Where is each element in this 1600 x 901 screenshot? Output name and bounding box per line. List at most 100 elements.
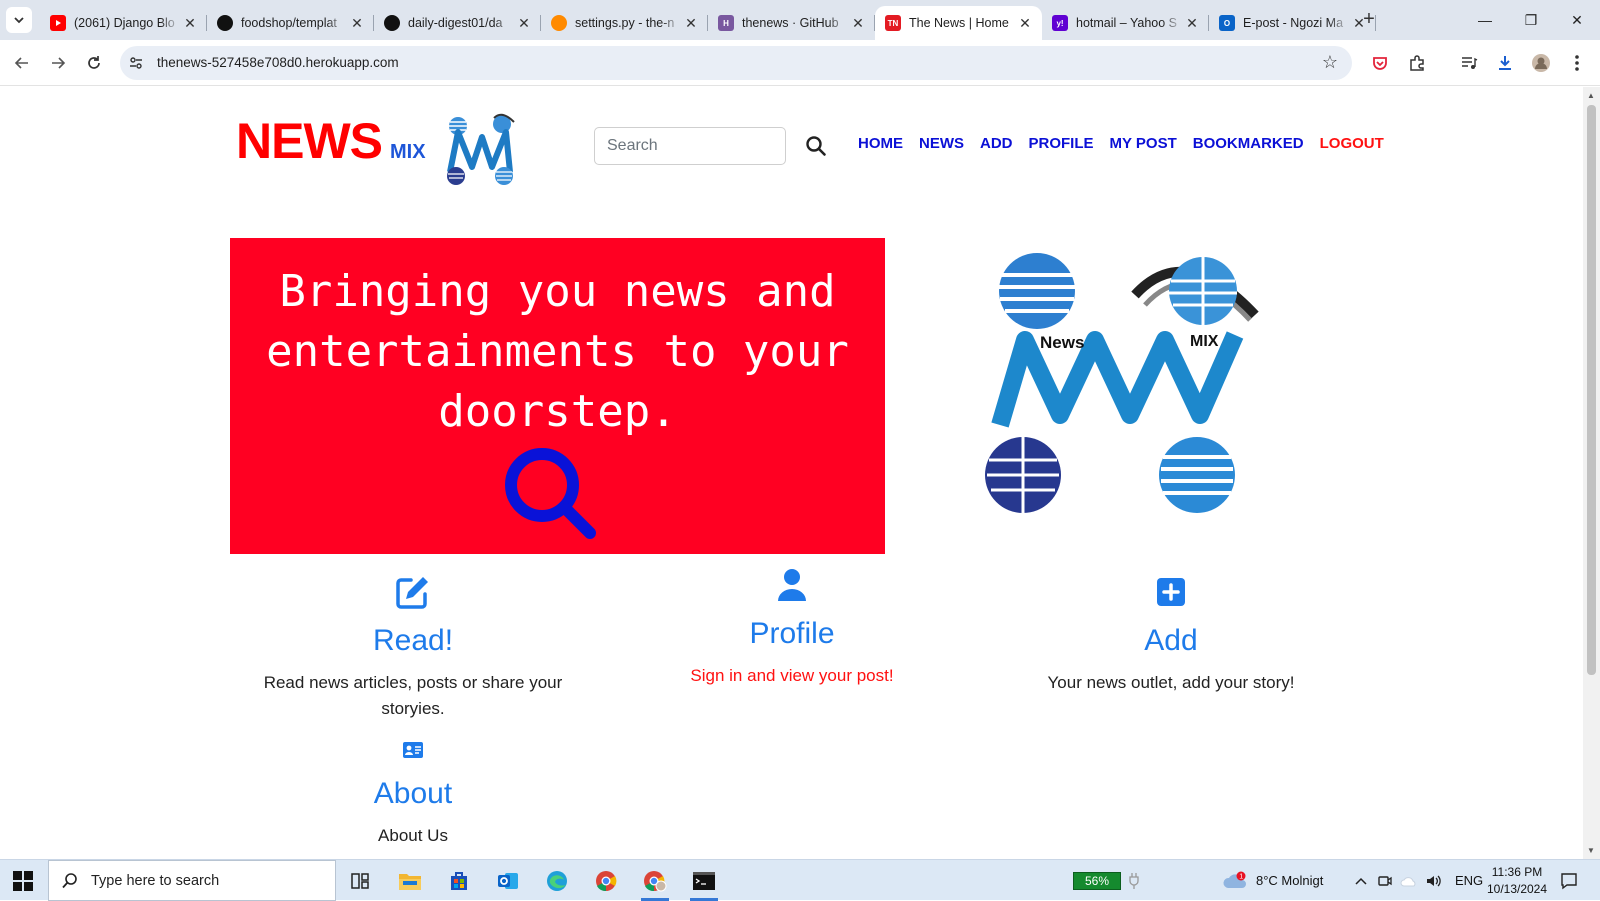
taskbar-chrome-profile[interactable] <box>637 865 673 901</box>
taskbar-outlook[interactable] <box>490 865 526 897</box>
windows-taskbar: Type here to search 56% 1 8°C Molnigt EN… <box>0 859 1600 901</box>
nav-add[interactable]: ADD <box>980 135 1013 152</box>
volume-button[interactable] <box>1425 860 1443 901</box>
nav-home[interactable]: HOME <box>858 135 903 152</box>
youtube-icon <box>50 15 66 31</box>
terminal-icon <box>693 872 715 890</box>
battery-indicator[interactable]: 56% <box>1073 872 1121 890</box>
user-icon[interactable] <box>772 565 812 605</box>
card-about-text[interactable]: About Us <box>243 823 583 849</box>
close-icon[interactable]: ✕ <box>181 15 199 32</box>
close-icon[interactable]: ✕ <box>682 15 700 32</box>
taskbar-file-explorer[interactable] <box>392 865 428 897</box>
site-brand[interactable]: NEWS MIX <box>236 112 426 170</box>
tab-yahoo-hotmail[interactable]: y! hotmail – Yahoo S ✕ <box>1042 6 1209 40</box>
scrollbar-thumb[interactable] <box>1587 105 1596 675</box>
new-tab-button[interactable]: + <box>1357 8 1381 32</box>
windows-start-icon[interactable] <box>12 870 34 892</box>
taskbar-clock[interactable]: 11:36 PM 10/13/2024 <box>1484 864 1550 898</box>
tab-outlook[interactable]: O E-post - Ngozi Ma ✕ <box>1209 6 1376 40</box>
taskbar-chrome[interactable] <box>588 865 624 897</box>
show-hidden-icons[interactable] <box>1354 860 1368 901</box>
close-icon[interactable]: ✕ <box>1016 15 1034 32</box>
nav-news[interactable]: NEWS <box>919 135 964 152</box>
store-icon <box>451 872 467 890</box>
weather-widget[interactable]: 1 8°C Molnigt <box>1222 860 1323 901</box>
logo-news-label: News <box>1040 333 1084 352</box>
plus-square-icon[interactable] <box>1151 572 1191 612</box>
card-profile-title[interactable]: Profile <box>622 617 962 651</box>
profile-avatar-button[interactable] <box>1530 52 1552 74</box>
task-view-icon <box>351 873 369 889</box>
tab-title: settings.py - the-n <box>575 16 675 30</box>
task-view-button[interactable] <box>342 865 378 897</box>
search-icon[interactable] <box>804 134 828 158</box>
logo-mix-label: MIX <box>1190 333 1219 350</box>
tab-settings-py[interactable]: settings.py - the-n ✕ <box>541 6 708 40</box>
tab-github-foodshop[interactable]: foodshop/templat ✕ <box>207 6 374 40</box>
pocket-icon <box>1373 57 1387 70</box>
close-icon[interactable]: ✕ <box>1183 15 1201 32</box>
tab-title: foodshop/templat <box>241 16 337 30</box>
close-icon[interactable]: ✕ <box>515 15 533 32</box>
tab-title: E-post - Ngozi Ma <box>1243 16 1344 30</box>
forward-button[interactable] <box>47 52 69 74</box>
nav-profile[interactable]: PROFILE <box>1029 135 1094 152</box>
restore-button[interactable]: ❐ <box>1508 0 1554 40</box>
edge-icon <box>547 871 567 891</box>
bookmark-star-icon[interactable]: ☆ <box>1322 52 1338 73</box>
meet-now-icon-button[interactable] <box>1377 860 1393 901</box>
media-control-button[interactable] <box>1458 52 1480 74</box>
language-indicator[interactable]: ENG <box>1455 860 1483 901</box>
close-icon[interactable]: ✕ <box>348 15 366 32</box>
card-about: About About Us <box>243 735 583 849</box>
back-button[interactable] <box>11 52 33 74</box>
search-icon <box>62 872 77 888</box>
hero-banner: Bringing you news and entertainments to … <box>230 238 885 554</box>
taskbar-terminal[interactable] <box>686 865 722 901</box>
newsmix-logo-large: News MIX <box>985 253 1259 513</box>
arrow-left-icon <box>14 57 28 69</box>
taskbar-store[interactable] <box>441 865 477 897</box>
github-icon <box>384 15 400 31</box>
scroll-up-icon[interactable]: ▲ <box>1587 91 1595 100</box>
tab-github-daily-digest[interactable]: daily-digest01/da ✕ <box>374 6 541 40</box>
onedrive-icon-button[interactable] <box>1400 860 1418 901</box>
extensions-button[interactable] <box>1406 52 1428 74</box>
nav-my-post[interactable]: MY POST <box>1110 135 1177 152</box>
site-search-input[interactable] <box>594 127 786 165</box>
taskbar-edge[interactable] <box>539 865 575 897</box>
site-info-icon[interactable] <box>128 55 144 71</box>
reload-button[interactable] <box>83 52 105 74</box>
tn-icon: TN <box>885 15 901 31</box>
onedrive-cloud-icon <box>1400 876 1416 886</box>
tab-the-news-home[interactable]: TN The News | Home ✕ <box>875 6 1042 40</box>
window-close-button[interactable]: ✕ <box>1554 0 1600 40</box>
scroll-down-icon[interactable]: ▼ <box>1587 846 1595 855</box>
address-bar[interactable]: thenews-527458e708d0.herokuapp.com ☆ <box>120 46 1352 80</box>
tab-heroku-thenews[interactable]: H thenews · GitHub ✕ <box>708 6 875 40</box>
outlook-icon <box>498 873 518 889</box>
pocket-extension-button[interactable] <box>1369 52 1391 74</box>
close-icon[interactable]: ✕ <box>849 15 867 32</box>
playlist-icon <box>1462 57 1478 69</box>
nav-logout[interactable]: LOGOUT <box>1320 135 1384 152</box>
nav-bookmarked[interactable]: BOOKMARKED <box>1193 135 1304 152</box>
tab-youtube[interactable]: (2061) Django Blo ✕ <box>40 6 207 40</box>
id-card-icon[interactable] <box>393 735 433 765</box>
edit-icon[interactable] <box>393 572 433 612</box>
card-read: Read! Read news articles, posts or share… <box>243 572 583 722</box>
download-icon <box>1499 56 1511 70</box>
minimize-button[interactable]: — <box>1462 0 1508 40</box>
card-about-title[interactable]: About <box>243 777 583 811</box>
tab-search-button[interactable] <box>6 7 32 33</box>
taskbar-search-box[interactable]: Type here to search <box>48 860 336 901</box>
page-scrollbar[interactable]: ▲ ▼ <box>1583 87 1600 859</box>
notifications-button[interactable] <box>1560 860 1578 901</box>
card-read-title[interactable]: Read! <box>243 624 583 658</box>
card-add: Add Your news outlet, add your story! <box>1001 572 1341 696</box>
browser-menu-button[interactable] <box>1566 52 1588 74</box>
card-add-title[interactable]: Add <box>1001 624 1341 658</box>
downloads-button[interactable] <box>1494 52 1516 74</box>
card-profile-text[interactable]: Sign in and view your post! <box>622 663 962 689</box>
